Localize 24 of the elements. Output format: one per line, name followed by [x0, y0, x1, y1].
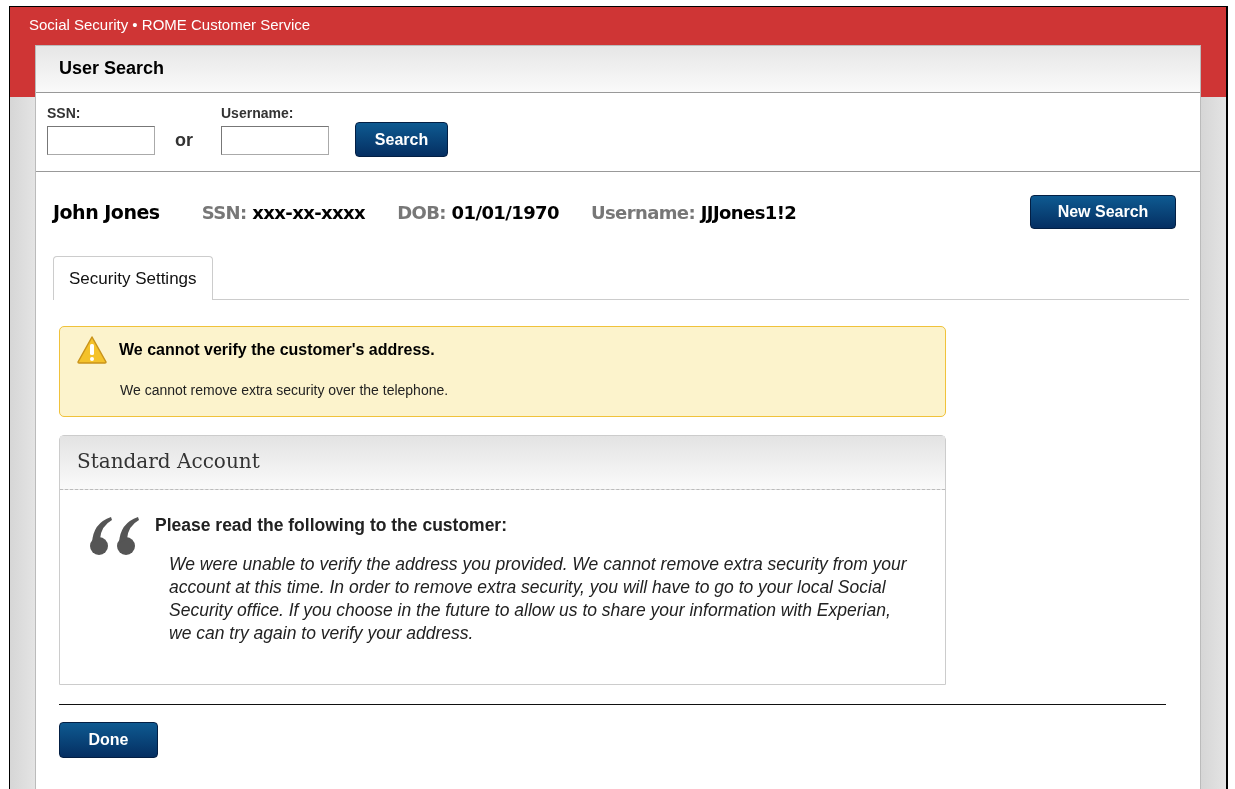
detail-value: 01/01/1970 [451, 201, 559, 223]
card-title: Standard Account [60, 436, 945, 490]
alert-title: We cannot verify the customer's address. [119, 341, 435, 359]
tab[interactable]: Security Settings [53, 256, 213, 300]
detail-label: SSN: [201, 201, 247, 223]
script-text: We were unable to verify the address you provided. We cannot remove extra security from your account at this time. In order to remove extra security, you will have to go to your local Social Security office. If you choose in the future to allow us to share your information with Experian, we can try again to verify your address. [169, 553, 908, 645]
search-button[interactable]: Search [355, 122, 448, 157]
prompt-text: Please read the following to the customer: [155, 515, 507, 536]
detail-value: xxx-xx-xxxx [252, 201, 366, 223]
field-label: Username: [221, 105, 295, 121]
new-search-button[interactable]: New Search [1030, 195, 1176, 229]
or-text: or [175, 130, 193, 151]
field-label: SSN: [47, 105, 82, 121]
warning-icon [77, 336, 107, 364]
customer-name: John Jones [53, 201, 160, 223]
dialog-title: User Search [36, 46, 1200, 93]
detail-value: JJJones1!2 [700, 201, 797, 223]
app-title: Social Security • ROME Customer Service [28, 15, 312, 33]
detail-label: DOB: [397, 201, 446, 223]
detail-label: Username: [590, 201, 696, 223]
alert-message: We cannot remove extra security over the telephone. [120, 382, 450, 398]
input-field[interactable] [221, 126, 329, 155]
done-button[interactable]: Done [59, 722, 158, 758]
input-field[interactable] [47, 126, 155, 155]
